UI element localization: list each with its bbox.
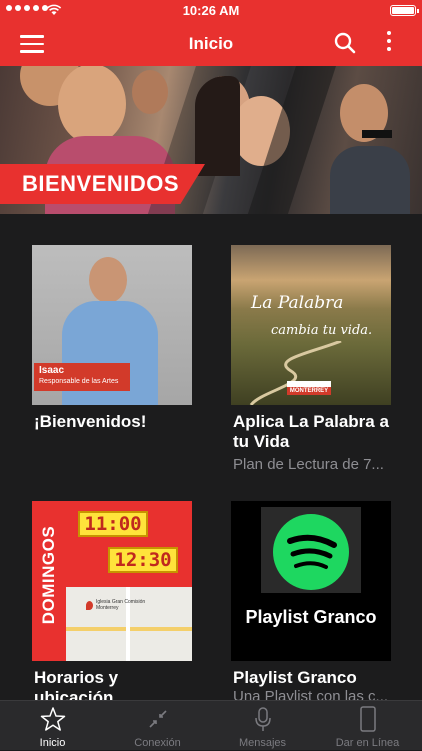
hero-banner[interactable]: BIENVENIDOS	[0, 66, 422, 214]
hero-photo-shirt	[330, 146, 410, 214]
card-thumbnail: Isaac Responsable de las Artes	[32, 245, 192, 405]
thumb-person-head	[89, 257, 127, 303]
status-bar: 10:26 AM	[0, 0, 422, 22]
card-thumbnail: Playlist Granco	[231, 501, 391, 661]
thumb-logo: MONTERREY	[287, 381, 331, 395]
status-time: 10:26 AM	[182, 3, 240, 18]
thumb-map: Iglesia Gran Comisión Monterrey	[66, 587, 192, 661]
hero-photo-person	[58, 66, 126, 144]
search-icon[interactable]	[334, 32, 356, 54]
tab-conexion[interactable]: Conexión	[105, 701, 210, 751]
connect-icon	[149, 710, 167, 728]
card-thumbnail: La Palabra cambia tu vida. MONTERREY	[231, 245, 391, 405]
tab-label: Inicio	[39, 737, 66, 749]
tab-label: Mensajes	[238, 737, 287, 749]
map-pin-icon	[86, 601, 93, 610]
content-card[interactable]: La Palabra cambia tu vida. MONTERREY Apl…	[231, 245, 401, 475]
thumb-map-label: Iglesia Gran Comisión Monterrey	[96, 599, 146, 611]
hero-banner-label: BIENVENIDOS	[22, 171, 180, 196]
hero-photo-hair	[195, 76, 240, 176]
battery-icon	[390, 5, 419, 16]
thumb-road-graphic	[249, 341, 342, 405]
spotify-logo-icon	[273, 514, 349, 590]
tab-dar-en-linea[interactable]: Dar en Línea	[315, 701, 420, 751]
microphone-prop	[362, 130, 392, 138]
thumb-script-line2: cambia tu vida.	[271, 323, 373, 338]
phone-icon	[360, 706, 376, 732]
content-card[interactable]: DOMINGOS 11:00 12:30 Iglesia Gran Comisi…	[32, 501, 202, 707]
tab-bar: Inicio Conexión Mensajes Dar en Línea	[0, 700, 422, 750]
content-card[interactable]: Playlist Granco Playlist Granco Una Play…	[231, 501, 401, 705]
hero-photo-person	[132, 70, 168, 114]
tab-inicio[interactable]: Inicio	[0, 701, 105, 751]
microphone-icon	[255, 707, 271, 731]
card-title: ¡Bienvenidos!	[34, 412, 147, 431]
card-title: Aplica La Palabra a tu Vida	[233, 412, 389, 451]
thumb-name-tag: Isaac Responsable de las Artes	[34, 363, 130, 391]
content-card[interactable]: Isaac Responsable de las Artes ¡Bienveni…	[32, 245, 202, 475]
thumb-script-line1: La Palabra	[251, 293, 344, 313]
card-subtitle: Plan de Lectura de 7...	[233, 456, 384, 473]
star-icon	[40, 707, 66, 731]
thumb-time-2: 12:30	[108, 547, 178, 573]
thumb-role: Responsable de las Artes	[39, 378, 119, 385]
tab-label: Conexión	[134, 737, 181, 749]
tab-mensajes[interactable]: Mensajes	[210, 701, 315, 751]
thumb-name: Isaac	[39, 365, 65, 376]
thumb-label: Playlist Granco	[245, 607, 377, 627]
thumb-time-1: 11:00	[78, 511, 148, 537]
more-options-icon[interactable]	[384, 31, 394, 55]
page-title: Inicio	[188, 34, 234, 53]
nav-bar: Inicio	[0, 22, 422, 66]
card-title: Playlist Granco	[233, 668, 357, 687]
thumb-day: DOMINGOS	[39, 525, 58, 625]
tab-label: Dar en Línea	[335, 737, 400, 749]
card-thumbnail: DOMINGOS 11:00 12:30 Iglesia Gran Comisi…	[32, 501, 192, 661]
